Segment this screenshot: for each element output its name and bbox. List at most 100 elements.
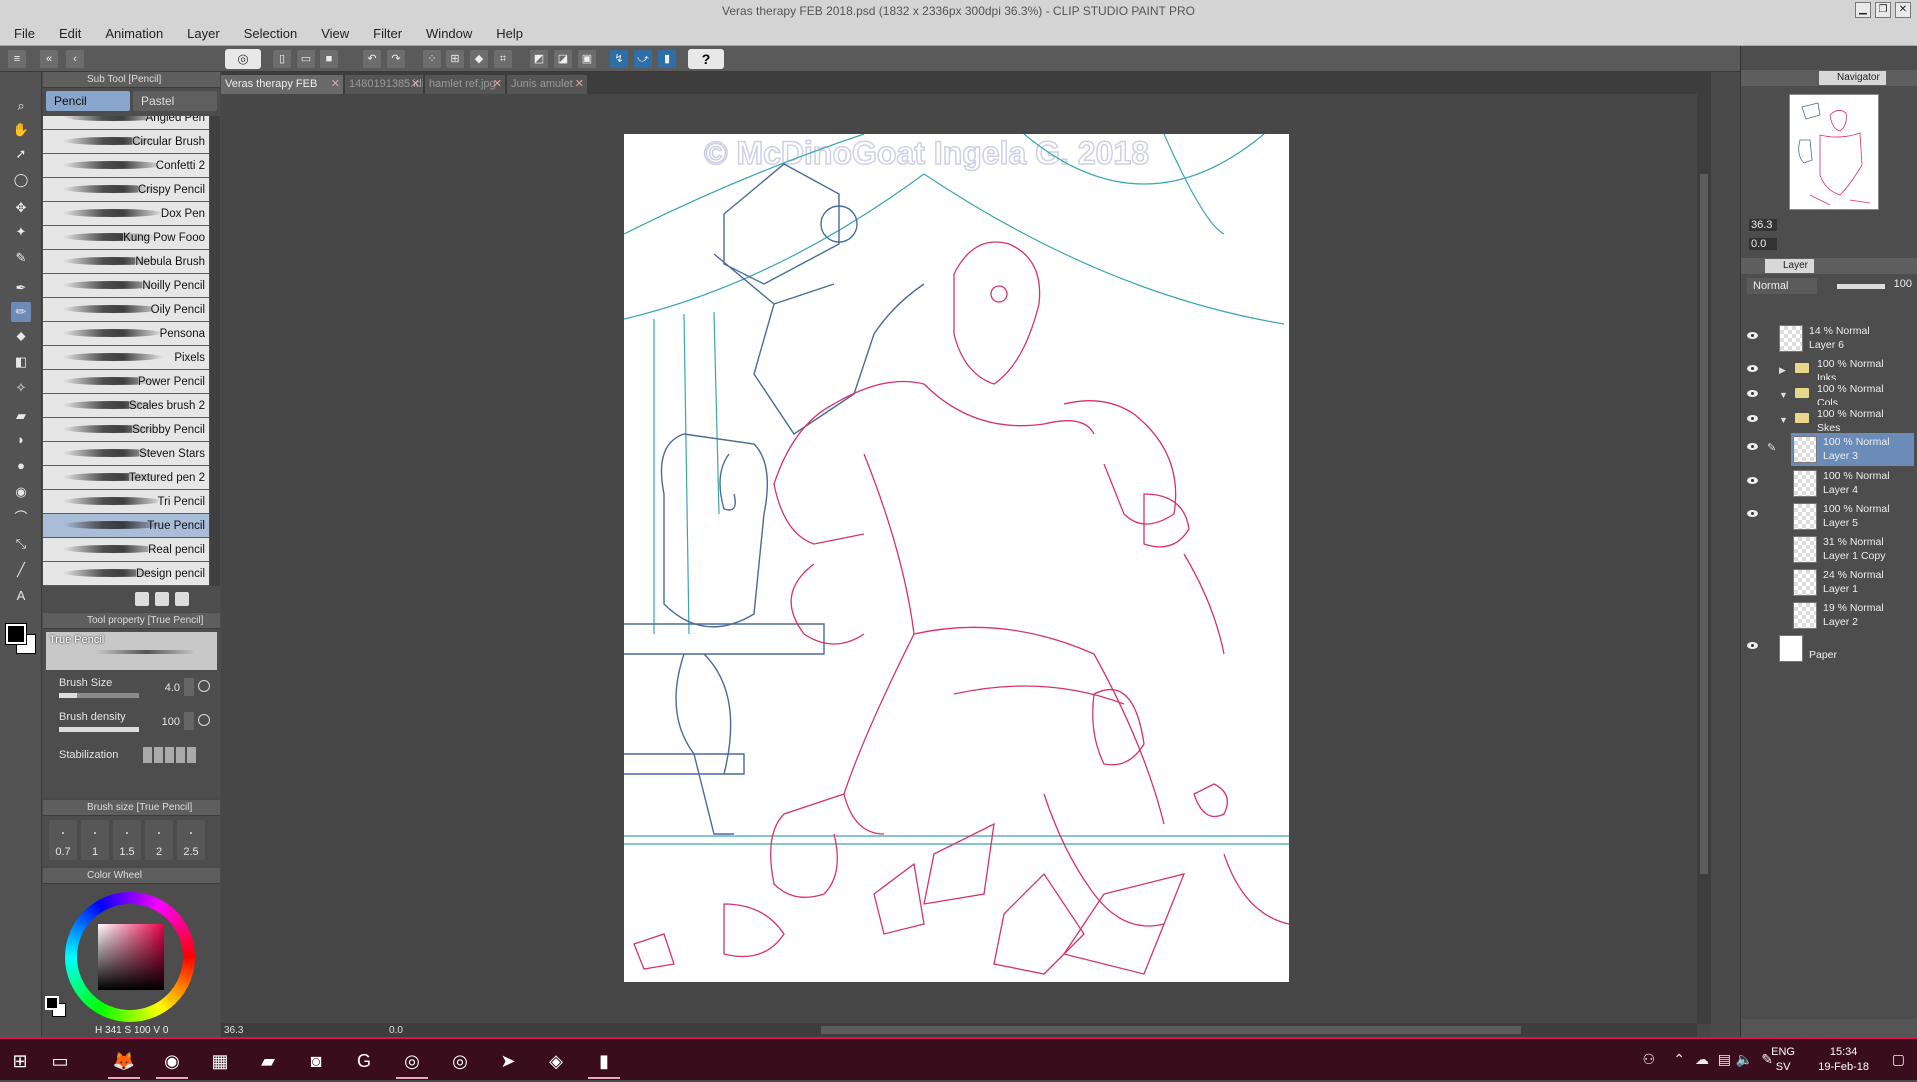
clip-studio-launcher-icon[interactable]: ◎ [440, 1043, 480, 1079]
snap-ruler-icon[interactable]: ↯ [610, 50, 628, 68]
vector-tool-icon[interactable]: ⤡ [11, 534, 31, 554]
language-indicator[interactable]: ENG SV [1771, 1045, 1795, 1075]
tab-navigator[interactable]: Navigator [1819, 71, 1886, 85]
brush-size-value[interactable]: 4.0 [165, 682, 180, 694]
undo-icon[interactable]: ↶ [363, 50, 381, 68]
auto-select-tool-icon[interactable]: ✦ [11, 222, 31, 242]
save-icon[interactable]: ■ [320, 50, 338, 68]
size-preset[interactable]: 1 [81, 820, 109, 860]
menu-selection[interactable]: Selection [244, 26, 297, 41]
drawing-canvas[interactable]: © McDinoGoat Ingela G. 2018 [624, 134, 1289, 982]
doc-tab[interactable]: hamlet ref.jpg ✕ [425, 75, 505, 94]
color-wheel-fg-swatch[interactable] [45, 996, 59, 1010]
folder-expand-icon[interactable]: ▶ [1779, 365, 1786, 376]
visibility-eye-icon[interactable] [1747, 510, 1758, 517]
close-tab-icon[interactable]: ✕ [575, 75, 584, 94]
doc-tab[interactable]: Veras therapy FEB 2018.psd✕ [221, 75, 343, 94]
brush-item[interactable]: Kung Pow Fooo [43, 226, 209, 250]
opacity-slider[interactable] [1837, 284, 1885, 289]
chevron-up-icon[interactable]: ⌃ [1673, 1051, 1685, 1068]
redo-icon[interactable]: ↷ [387, 50, 405, 68]
menu-file[interactable]: File [14, 26, 35, 41]
text-tool-icon[interactable]: A [11, 586, 31, 606]
brush-item[interactable]: Pixels [43, 346, 209, 370]
brush-item[interactable]: Power Pencil [43, 370, 209, 394]
brush-item[interactable]: Pensona [43, 322, 209, 346]
brush-density-slider[interactable] [59, 727, 139, 732]
menu-view[interactable]: View [321, 26, 349, 41]
firefox-icon[interactable]: 🦊 [104, 1043, 144, 1079]
menu-help[interactable]: Help [496, 26, 523, 41]
layer-row[interactable]: 14 % Normal Layer 6 [1741, 322, 1917, 355]
brush-item[interactable]: Tri Pencil [43, 490, 209, 514]
hand-tool-icon[interactable]: ✋ [11, 120, 31, 140]
blend-tool-icon[interactable]: ◗ [11, 430, 31, 450]
brush-item[interactable]: Steven Stars [43, 442, 209, 466]
zoom-readout[interactable]: 36.3 [224, 1025, 243, 1036]
foreground-color-swatch[interactable] [5, 623, 27, 645]
pen-tool-icon[interactable]: ✒ [11, 278, 31, 298]
horizontal-scrollbar[interactable] [221, 1023, 1697, 1037]
google-app-icon[interactable]: G [344, 1043, 384, 1079]
menu-window[interactable]: Window [426, 26, 472, 41]
new-file-icon[interactable]: ▯ [273, 50, 291, 68]
menu-edit[interactable]: Edit [59, 26, 81, 41]
brush-item[interactable]: Circular Brush [43, 130, 209, 154]
rotation-readout[interactable]: 0.0 [389, 1025, 403, 1036]
file-explorer-icon[interactable]: ▰ [248, 1043, 288, 1079]
brush-item[interactable]: Scales brush 2 [43, 394, 209, 418]
folder-collapse-icon[interactable]: ▼ [1779, 390, 1788, 400]
volume-icon[interactable]: 🔈 [1736, 1051, 1753, 1068]
notifications-icon[interactable]: ▢ [1892, 1051, 1905, 1068]
folder-collapse-icon[interactable]: ▼ [1779, 415, 1788, 425]
select-all-icon[interactable]: ⊞ [446, 50, 464, 68]
new-subtool-icon[interactable] [155, 592, 169, 606]
stroke-icon[interactable]: ◪ [554, 50, 572, 68]
brush-item[interactable]: Design pencil [43, 562, 209, 586]
size-preset[interactable]: 2.5 [177, 820, 205, 860]
windows-start-icon[interactable]: ⊞ [0, 1043, 40, 1079]
brush-item[interactable]: Angled Pen [43, 116, 209, 130]
brush-density-value[interactable]: 100 [162, 716, 180, 728]
cloud-icon[interactable]: ☁ [1695, 1051, 1709, 1068]
brush-item[interactable]: Oily Pencil [43, 298, 209, 322]
size-preset[interactable]: 2 [145, 820, 173, 860]
duplicate-subtool-icon[interactable] [135, 592, 149, 606]
saturation-value-square[interactable] [98, 924, 164, 990]
collapse-left-icon[interactable]: « [40, 50, 58, 68]
blend-mode-select[interactable]: Normal [1747, 278, 1817, 294]
lasso-tool-icon[interactable]: ◯ [11, 170, 31, 190]
vertical-scrollbar[interactable] [1697, 94, 1711, 1024]
visibility-eye-icon[interactable] [1747, 365, 1758, 372]
eraser-tool-icon[interactable]: ▰ [11, 406, 31, 426]
menu-filter[interactable]: Filter [373, 26, 402, 41]
size-preset[interactable]: 1.5 [113, 820, 141, 860]
doc-tab[interactable]: 1480191385.idi ✕ [345, 75, 423, 94]
telegram-icon[interactable]: ➤ [488, 1043, 528, 1079]
crop-icon[interactable]: ▣ [578, 50, 596, 68]
close-button[interactable]: ✕ [1895, 2, 1911, 18]
task-view-icon[interactable]: ▭ [40, 1043, 80, 1079]
clip-studio-icon[interactable]: ◎ [392, 1043, 432, 1079]
brush-item[interactable]: Textured pen 2 [43, 466, 209, 490]
navigator-zoom-value[interactable]: 36.3 [1749, 219, 1777, 231]
brush-size-slider[interactable] [59, 693, 139, 698]
clear-icon[interactable]: ◆ [470, 50, 488, 68]
move-layer-tool-icon[interactable]: ✥ [11, 198, 31, 218]
chevron-left-icon[interactable]: ‹ [66, 50, 84, 68]
brush-item[interactable]: Scribby Pencil [43, 418, 209, 442]
navigator-angle-value[interactable]: 0.0 [1749, 238, 1777, 250]
brush-list-scrollbar[interactable] [210, 116, 220, 586]
visibility-eye-icon[interactable] [1747, 415, 1758, 422]
brush-tool-icon[interactable]: ⬥ [11, 326, 31, 346]
doc-tab[interactable]: Junis amulet FE✕ [507, 75, 587, 94]
pressure-icon[interactable] [198, 714, 210, 726]
line-tool-icon[interactable]: ╱ [11, 560, 31, 580]
pencil-tool-icon[interactable]: ✏ [11, 302, 31, 322]
layer-row[interactable]: 100 % Normal Layer 4 [1741, 467, 1917, 500]
close-tab-icon[interactable]: ✕ [331, 75, 340, 94]
visibility-eye-icon[interactable] [1747, 390, 1758, 397]
gradient-tool-icon[interactable]: ◧ [11, 352, 31, 372]
deselect-icon[interactable]: ⁘ [423, 50, 441, 68]
fill-tool-icon[interactable]: ◉ [11, 482, 31, 502]
